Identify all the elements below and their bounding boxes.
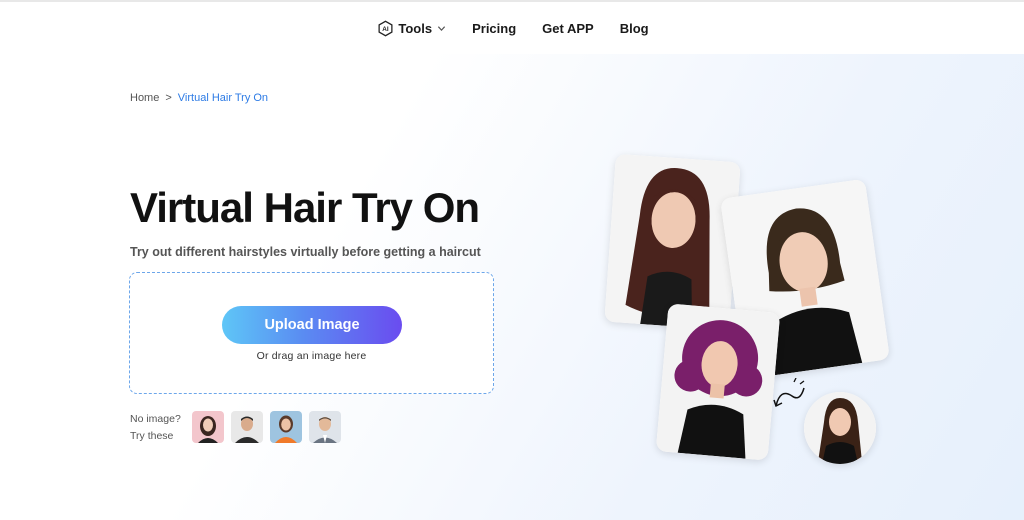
- nav-tools[interactable]: AI Tools: [377, 20, 446, 37]
- svg-text:AI: AI: [383, 26, 390, 33]
- samples-label: No image? Try these: [130, 411, 181, 445]
- sample-portrait-1: [192, 411, 224, 443]
- photo-long-wavy-hair: [604, 153, 741, 331]
- breadcrumb-home[interactable]: Home: [130, 92, 159, 104]
- breadcrumb-current: Virtual Hair Try On: [177, 92, 269, 104]
- sample-image-4[interactable]: [309, 411, 341, 443]
- samples-label-line2: Try these: [130, 430, 174, 442]
- portrait-result: [804, 392, 876, 464]
- photo-result-circle: [804, 392, 876, 464]
- sample-portrait-2: [231, 411, 263, 443]
- nav-get-app[interactable]: Get APP: [542, 21, 594, 36]
- chevron-down-icon: [438, 25, 446, 31]
- main-nav: AI Tools Pricing Get APP Blog: [377, 20, 649, 37]
- sparkle-arrow-icon: [773, 378, 805, 408]
- sample-images: [192, 411, 341, 443]
- nav-tools-label: Tools: [398, 20, 433, 36]
- photo-curly-purple-hair: [655, 303, 781, 461]
- portrait-curly-hair: [655, 303, 781, 461]
- nav-blog[interactable]: Blog: [620, 21, 649, 36]
- top-navbar: AI Tools Pricing Get APP Blog: [0, 0, 1024, 54]
- upload-image-button[interactable]: Upload Image: [222, 306, 402, 344]
- upload-dropzone[interactable]: Upload Image Or drag an image here: [129, 272, 494, 394]
- sample-portrait-3: [270, 411, 302, 443]
- page-title: Virtual Hair Try On: [130, 184, 480, 231]
- nav-get-app-label: Get APP: [542, 20, 594, 36]
- ai-chip-icon: AI: [378, 20, 393, 36]
- hairstyle-collage: [600, 150, 900, 470]
- nav-pricing[interactable]: Pricing: [472, 21, 516, 36]
- page-subtitle: Try out different hairstyles virtually b…: [130, 245, 481, 259]
- portrait-long-hair: [604, 153, 741, 331]
- sample-image-2[interactable]: [231, 411, 263, 443]
- nav-blog-label: Blog: [619, 20, 649, 36]
- breadcrumb: Home > Virtual Hair Try On: [130, 92, 268, 104]
- sample-portrait-4: [309, 411, 341, 443]
- breadcrumb-separator: >: [165, 92, 172, 104]
- samples-label-line1: No image?: [130, 413, 181, 425]
- upload-drag-hint: Or drag an image here: [256, 350, 367, 362]
- sample-image-1[interactable]: [192, 411, 224, 443]
- sample-image-3[interactable]: [270, 411, 302, 443]
- nav-pricing-label: Pricing: [472, 20, 517, 36]
